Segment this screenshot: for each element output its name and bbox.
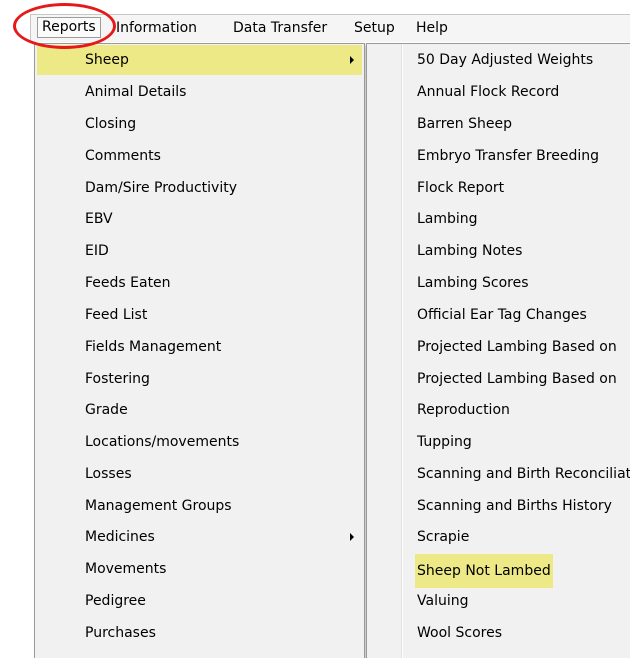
reports-dropdown: Sheep Animal Details Closing Comments Da… — [34, 43, 365, 658]
menu-item-closing[interactable]: Closing — [37, 109, 362, 139]
menu-item-label: Locations/movements — [85, 434, 240, 450]
menu-item-pedigree[interactable]: Pedigree — [37, 586, 362, 616]
submenu-item-official-ear-tag-changes[interactable]: Official Ear Tag Changes — [369, 300, 628, 330]
menu-item-eid[interactable]: EID — [37, 236, 362, 266]
menu-item-fields-management[interactable]: Fields Management — [37, 332, 362, 362]
menu-item-label: Official Ear Tag Changes — [417, 307, 587, 323]
menu-item-label: Feed List — [85, 307, 148, 323]
menu-help[interactable]: Help — [416, 18, 448, 38]
menu-item-label: Lambing Scores — [417, 275, 529, 291]
menu-item-management-groups[interactable]: Management Groups — [37, 491, 362, 521]
submenu-item-lambing-scores[interactable]: Lambing Scores — [369, 268, 628, 298]
submenu-item-sheep-not-lambed[interactable]: Sheep Not Lambed — [369, 554, 628, 588]
submenu-item-lambing-notes[interactable]: Lambing Notes — [369, 236, 628, 266]
menu-information[interactable]: Information — [116, 18, 197, 38]
menu-item-feeds-eaten[interactable]: Feeds Eaten — [37, 268, 362, 298]
menu-item-label: Animal Details — [85, 84, 187, 100]
menu-item-medicines[interactable]: Medicines — [37, 522, 362, 552]
menu-item-label: Grade — [85, 402, 128, 418]
submenu-arrow-icon — [350, 56, 354, 64]
menu-item-label: Dam/Sire Productivity — [85, 180, 237, 196]
submenu-item-valuing[interactable]: Valuing — [369, 586, 628, 616]
submenu-item-reproduction[interactable]: Reproduction — [369, 395, 628, 425]
menu-item-label: Sales — [85, 650, 122, 658]
menu-item-locations-movements[interactable]: Locations/movements — [37, 427, 362, 457]
menu-item-label: Purchases — [85, 625, 156, 641]
menu-item-label: Scanning and Births History — [417, 498, 612, 514]
submenu-item-wool-scores[interactable]: Wool Scores — [369, 618, 628, 648]
menu-item-ebv[interactable]: EBV — [37, 204, 362, 234]
submenu-item-barren-sheep[interactable]: Barren Sheep — [369, 109, 628, 139]
menu-item-label: Pedigree — [85, 593, 146, 609]
submenu-item-projected-lambing-1[interactable]: Projected Lambing Based on — [369, 332, 628, 362]
menu-reports[interactable]: Reports — [37, 17, 101, 38]
menu-item-label: Losses — [85, 466, 132, 482]
menu-item-label: 50 Day Adjusted Weights — [417, 52, 594, 68]
submenu-arrow-icon — [350, 533, 354, 541]
menu-item-label: Sheep Not Lambed — [415, 554, 553, 588]
menu-item-label: Movements — [85, 561, 167, 577]
menu-item-grade[interactable]: Grade — [37, 395, 362, 425]
menu-item-label: Projected Lambing Based on — [417, 339, 617, 355]
menu-item-label: Medicines — [85, 529, 155, 545]
menu-item-sales[interactable]: Sales — [37, 650, 362, 658]
menu-item-label: Barren Sheep — [417, 116, 512, 132]
menu-item-label: Valuing — [417, 593, 469, 609]
submenu-item-scanning-births-history[interactable]: Scanning and Births History — [369, 491, 628, 521]
menu-item-dam-sire-productivity[interactable]: Dam/Sire Productivity — [37, 173, 362, 203]
menu-item-label: EID — [85, 243, 109, 259]
submenu-item-50-day-adjusted-weights[interactable]: 50 Day Adjusted Weights — [369, 45, 628, 75]
menu-setup[interactable]: Setup — [354, 18, 395, 38]
menu-item-label: Reproduction — [417, 402, 510, 418]
menu-item-label: Scanning and Birth Reconciliation — [417, 466, 630, 482]
menu-item-label: Wool Scores — [417, 625, 502, 641]
menu-item-label: Flock Report — [417, 180, 505, 196]
menu-data-transfer[interactable]: Data Transfer — [233, 18, 327, 38]
menu-item-label: Lambing Notes — [417, 243, 523, 259]
menu-item-feed-list[interactable]: Feed List — [37, 300, 362, 330]
menu-item-label: Fields Management — [85, 339, 222, 355]
menu-item-label: Feeds Eaten — [85, 275, 171, 291]
submenu-item-scanning-birth-reconciliation[interactable]: Scanning and Birth Reconciliation — [369, 459, 630, 489]
menu-item-animal-details[interactable]: Animal Details — [37, 77, 362, 107]
menu-item-sheep[interactable]: Sheep — [37, 45, 362, 75]
menu-item-label: Closing — [85, 116, 137, 132]
menu-bar: Reports Information Data Transfer Setup … — [30, 14, 630, 42]
submenu-item-flock-report[interactable]: Flock Report — [369, 173, 628, 203]
menu-item-comments[interactable]: Comments — [37, 141, 362, 171]
menu-item-movements[interactable]: Movements — [37, 554, 362, 584]
submenu-item-lambing[interactable]: Lambing — [369, 204, 628, 234]
menu-item-label: Embryo Transfer Breeding — [417, 148, 599, 164]
submenu-item-annual-flock-record[interactable]: Annual Flock Record — [369, 77, 628, 107]
submenu-item-tupping[interactable]: Tupping — [369, 427, 628, 457]
menu-item-purchases[interactable]: Purchases — [37, 618, 362, 648]
menu-item-label: Comments — [85, 148, 161, 164]
menu-item-label: Projected Lambing Based on — [417, 371, 617, 387]
menu-item-label: Lambing — [417, 211, 478, 227]
submenu-item-scrapie[interactable]: Scrapie — [369, 522, 628, 552]
submenu-item-embryo-transfer-breeding[interactable]: Embryo Transfer Breeding — [369, 141, 628, 171]
menu-item-label: Tupping — [417, 434, 472, 450]
menu-item-label: Fostering — [85, 371, 150, 387]
menu-item-label: EBV — [85, 211, 113, 227]
menu-item-fostering[interactable]: Fostering — [37, 364, 362, 394]
sheep-submenu: 50 Day Adjusted Weights Annual Flock Rec… — [366, 43, 630, 658]
menu-item-losses[interactable]: Losses — [37, 459, 362, 489]
submenu-item-projected-lambing-2[interactable]: Projected Lambing Based on — [369, 364, 628, 394]
menu-item-label: Management Groups — [85, 498, 232, 514]
menu-item-label: Sheep — [85, 52, 129, 68]
menu-item-label: Annual Flock Record — [417, 84, 560, 100]
menu-item-label: Scrapie — [417, 529, 470, 545]
